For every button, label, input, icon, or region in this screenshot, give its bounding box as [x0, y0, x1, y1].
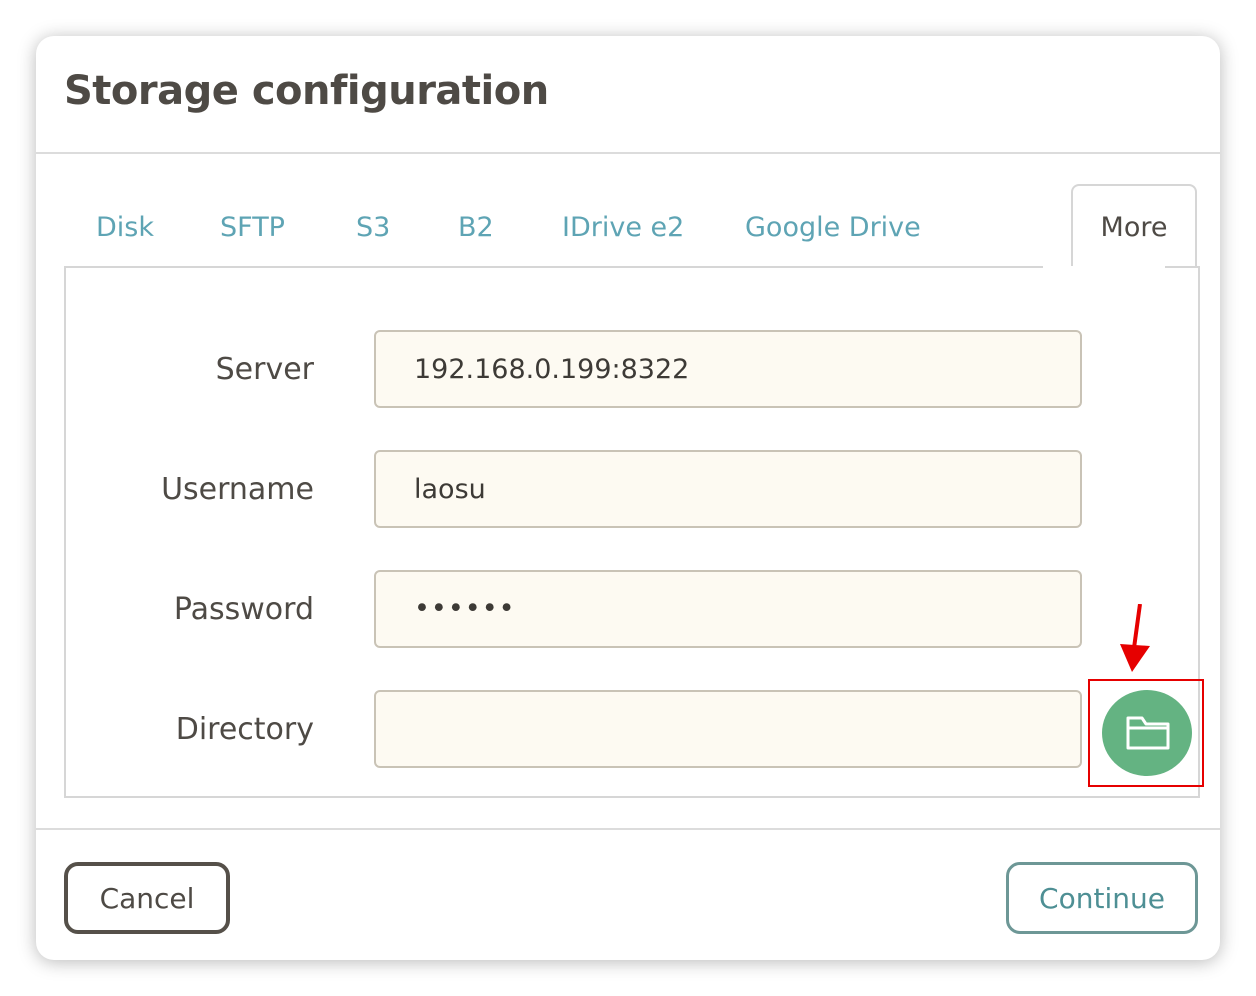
server-label: Server — [215, 352, 314, 387]
dialog-header: Storage configuration — [36, 36, 1220, 154]
tab-b2[interactable]: B2 — [458, 212, 494, 243]
tab-more[interactable]: More — [1071, 184, 1197, 268]
red-arrow-icon — [1120, 604, 1150, 672]
tab-idrive-e2[interactable]: IDrive e2 — [562, 212, 684, 243]
cancel-button[interactable]: Cancel — [64, 862, 230, 934]
password-label: Password — [173, 592, 314, 627]
storage-config-dialog: Storage configuration Disk SFTP S3 B2 ID… — [36, 36, 1220, 960]
active-tab-joint — [1043, 266, 1165, 270]
directory-label: Directory — [175, 712, 314, 747]
tab-disk[interactable]: Disk — [96, 212, 154, 243]
storage-tabs: Disk SFTP S3 B2 IDrive e2 Google Drive M… — [64, 184, 1200, 268]
annotation-highlight-box — [1088, 679, 1204, 787]
directory-input[interactable] — [374, 690, 1082, 768]
continue-button[interactable]: Continue — [1006, 862, 1198, 934]
tab-s3[interactable]: S3 — [356, 212, 390, 243]
server-input[interactable] — [374, 330, 1082, 408]
tab-sftp[interactable]: SFTP — [220, 212, 285, 243]
password-input[interactable]: •••••• — [374, 570, 1082, 648]
footer-divider — [36, 828, 1220, 830]
dialog-title: Storage configuration — [64, 68, 549, 114]
username-input[interactable] — [374, 450, 1082, 528]
tab-google-drive[interactable]: Google Drive — [745, 212, 921, 243]
username-label: Username — [161, 472, 314, 507]
